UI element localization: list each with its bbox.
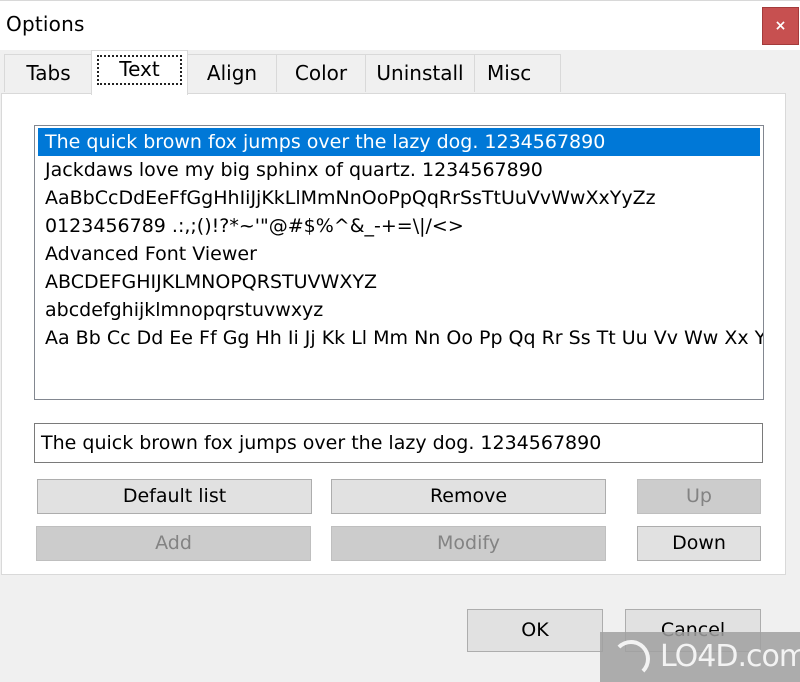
ok-button[interactable]: OK	[467, 609, 603, 652]
tab-label: Align	[206, 61, 258, 85]
focus-rectangle: Text	[97, 55, 182, 85]
tab-label: Misc	[487, 61, 532, 85]
add-button[interactable]: Add	[36, 526, 311, 561]
down-button[interactable]: Down	[637, 526, 761, 561]
watermark: LO4D.com	[600, 632, 800, 682]
list-item[interactable]: The quick brown fox jumps over the lazy …	[38, 128, 760, 156]
list-item[interactable]: AaBbCcDdEeFfGgHhIiJjKkLlMmNnOoPpQqRrSsTt…	[38, 184, 760, 212]
list-item[interactable]: Advanced Font Viewer	[38, 240, 760, 268]
default-list-button[interactable]: Default list	[37, 479, 312, 514]
list-item[interactable]: 0123456789 .:,;()!?*~'"@#$%^&_-+=\|/<>	[38, 212, 760, 240]
title-bar: Options ×	[0, 0, 800, 50]
tab-label: Uninstall	[376, 61, 464, 85]
lo4d-logo-icon	[612, 640, 650, 678]
sample-text-input[interactable]: The quick brown fox jumps over the lazy …	[34, 423, 763, 463]
list-item[interactable]: Jackdaws love my big sphinx of quartz. 1…	[38, 156, 760, 184]
modify-button[interactable]: Modify	[331, 526, 606, 561]
watermark-text: LO4D.com	[660, 639, 800, 674]
list-item[interactable]: ABCDEFGHIJKLMNOPQRSTUVWXYZ	[38, 268, 760, 296]
tab-label: Color	[294, 61, 348, 85]
list-item[interactable]: Aa Bb Cc Dd Ee Ff Gg Hh Ii Jj Kk Ll Mm N…	[38, 324, 763, 352]
tab-tabs[interactable]: Tabs	[4, 54, 93, 92]
tab-align[interactable]: Align	[187, 54, 277, 92]
sample-text-list[interactable]: The quick brown fox jumps over the lazy …	[34, 125, 764, 400]
window-title: Options	[6, 12, 85, 36]
tab-color[interactable]: Color	[276, 54, 366, 92]
tab-text[interactable]: Text	[91, 50, 188, 95]
remove-button[interactable]: Remove	[331, 479, 606, 514]
up-button[interactable]: Up	[637, 479, 761, 514]
close-button[interactable]: ×	[762, 7, 799, 45]
tab-label: Tabs	[26, 61, 71, 85]
tab-misc[interactable]: Misc	[474, 54, 561, 92]
list-item[interactable]: abcdefghijklmnopqrstuvwxyz	[38, 296, 760, 324]
tab-label: Text	[119, 57, 160, 81]
tab-uninstall[interactable]: Uninstall	[365, 54, 475, 92]
tab-strip: Tabs Text Align Color Uninstall Misc	[0, 50, 800, 95]
close-icon: ×	[774, 18, 787, 34]
